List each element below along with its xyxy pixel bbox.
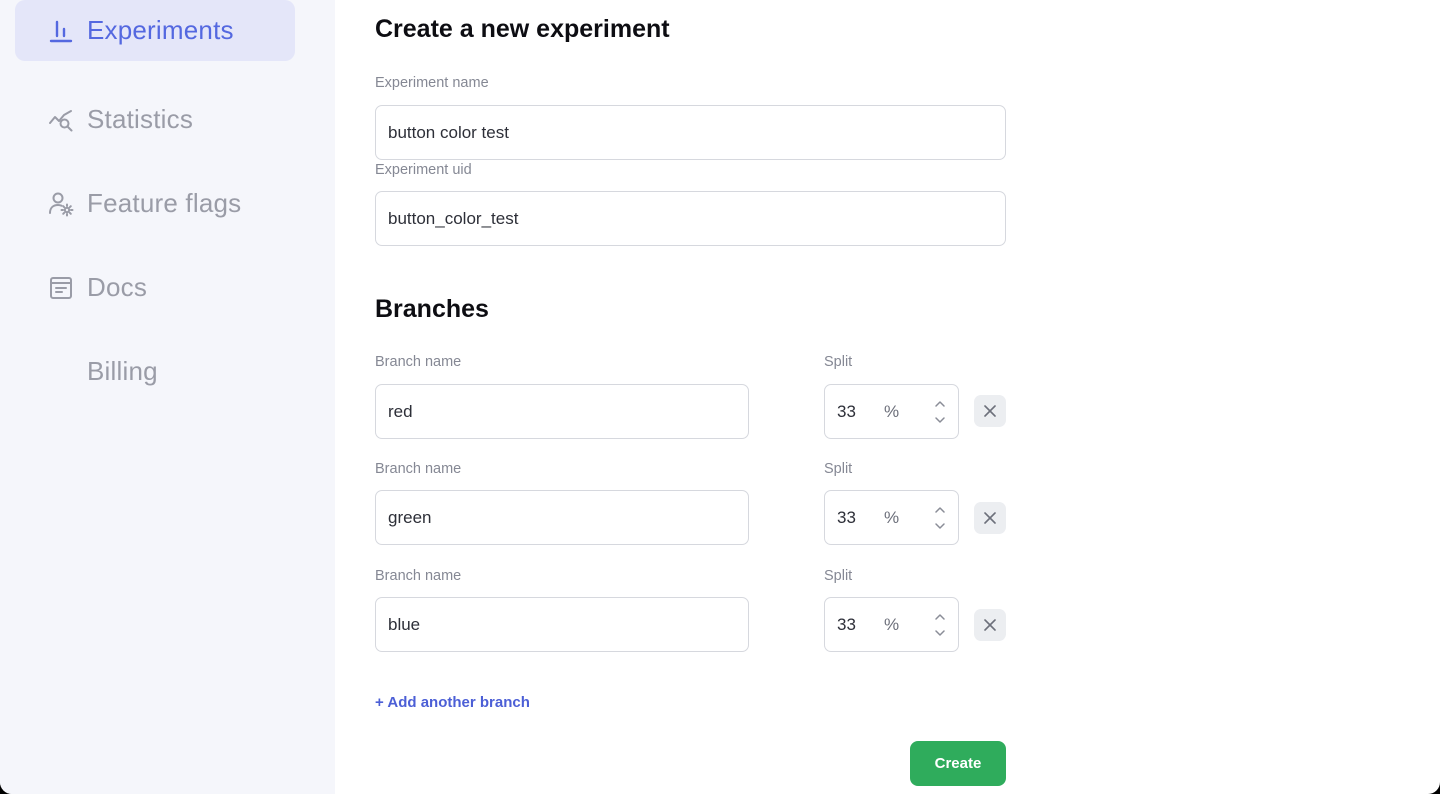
remove-branch-button[interactable] [974,502,1006,534]
sidebar-item-label: Feature flags [87,188,242,218]
sidebar-item-billing[interactable]: Billing [15,341,295,402]
sidebar-item-experiments[interactable]: Experiments [15,0,295,61]
chevron-down-icon [935,630,945,636]
close-icon [984,405,996,417]
sidebar-item-label: Docs [87,272,148,302]
chevron-up-icon [935,614,945,620]
sidebar-item-docs[interactable]: Docs [15,257,295,318]
split-value: 33 [837,508,856,527]
sidebar-item-label: Statistics [87,104,194,134]
create-button[interactable]: Create [910,741,1006,786]
split-label: Split [824,354,853,370]
branch-name-label: Branch name [375,461,462,477]
split-stepper[interactable] [933,611,947,639]
chevron-up-icon [935,507,945,513]
experiment-uid-label: Experiment uid [375,162,472,178]
page-title: Create a new experiment [375,15,670,43]
experiment-name-input[interactable] [375,105,1006,160]
branch-name-input[interactable] [375,597,749,652]
remove-branch-button[interactable] [974,395,1006,427]
chevron-down-icon [935,523,945,529]
sidebar: Experiments Statistics Feature flags Doc… [0,0,335,794]
branch-name-input[interactable] [375,490,749,545]
split-input[interactable]: 33 % [824,597,959,652]
split-input[interactable]: 33 % [824,384,959,439]
add-branch-link[interactable]: + Add another branch [375,694,530,711]
trend-search-icon [48,107,74,133]
branch-name-input[interactable] [375,384,749,439]
experiment-form: Create a new experiment Experiment name … [375,0,1015,794]
split-stepper[interactable] [933,398,947,426]
close-icon [984,619,996,631]
chevron-up-icon [935,401,945,407]
split-label: Split [824,568,853,584]
percent-unit: % [884,615,900,634]
chevron-down-icon [935,417,945,423]
sidebar-item-feature-flags[interactable]: Feature flags [15,173,295,234]
bar-chart-icon [48,18,74,44]
document-icon [48,275,74,301]
app-window: Experiments Statistics Feature flags Doc… [0,0,1440,794]
branch-name-label: Branch name [375,354,462,370]
sidebar-item-label: Experiments [87,15,234,45]
experiment-name-label: Experiment name [375,75,489,91]
split-stepper[interactable] [933,504,947,532]
branch-name-label: Branch name [375,568,462,584]
split-input[interactable]: 33 % [824,490,959,545]
percent-unit: % [884,508,900,527]
percent-unit: % [884,402,900,421]
branches-heading: Branches [375,295,489,323]
split-value: 33 [837,615,856,634]
remove-branch-button[interactable] [974,609,1006,641]
close-icon [984,512,996,524]
split-label: Split [824,461,853,477]
sidebar-item-label: Billing [87,356,158,386]
experiment-uid-input[interactable] [375,191,1006,246]
user-gear-icon [48,191,74,217]
sidebar-item-statistics[interactable]: Statistics [15,89,295,150]
split-value: 33 [837,402,856,421]
